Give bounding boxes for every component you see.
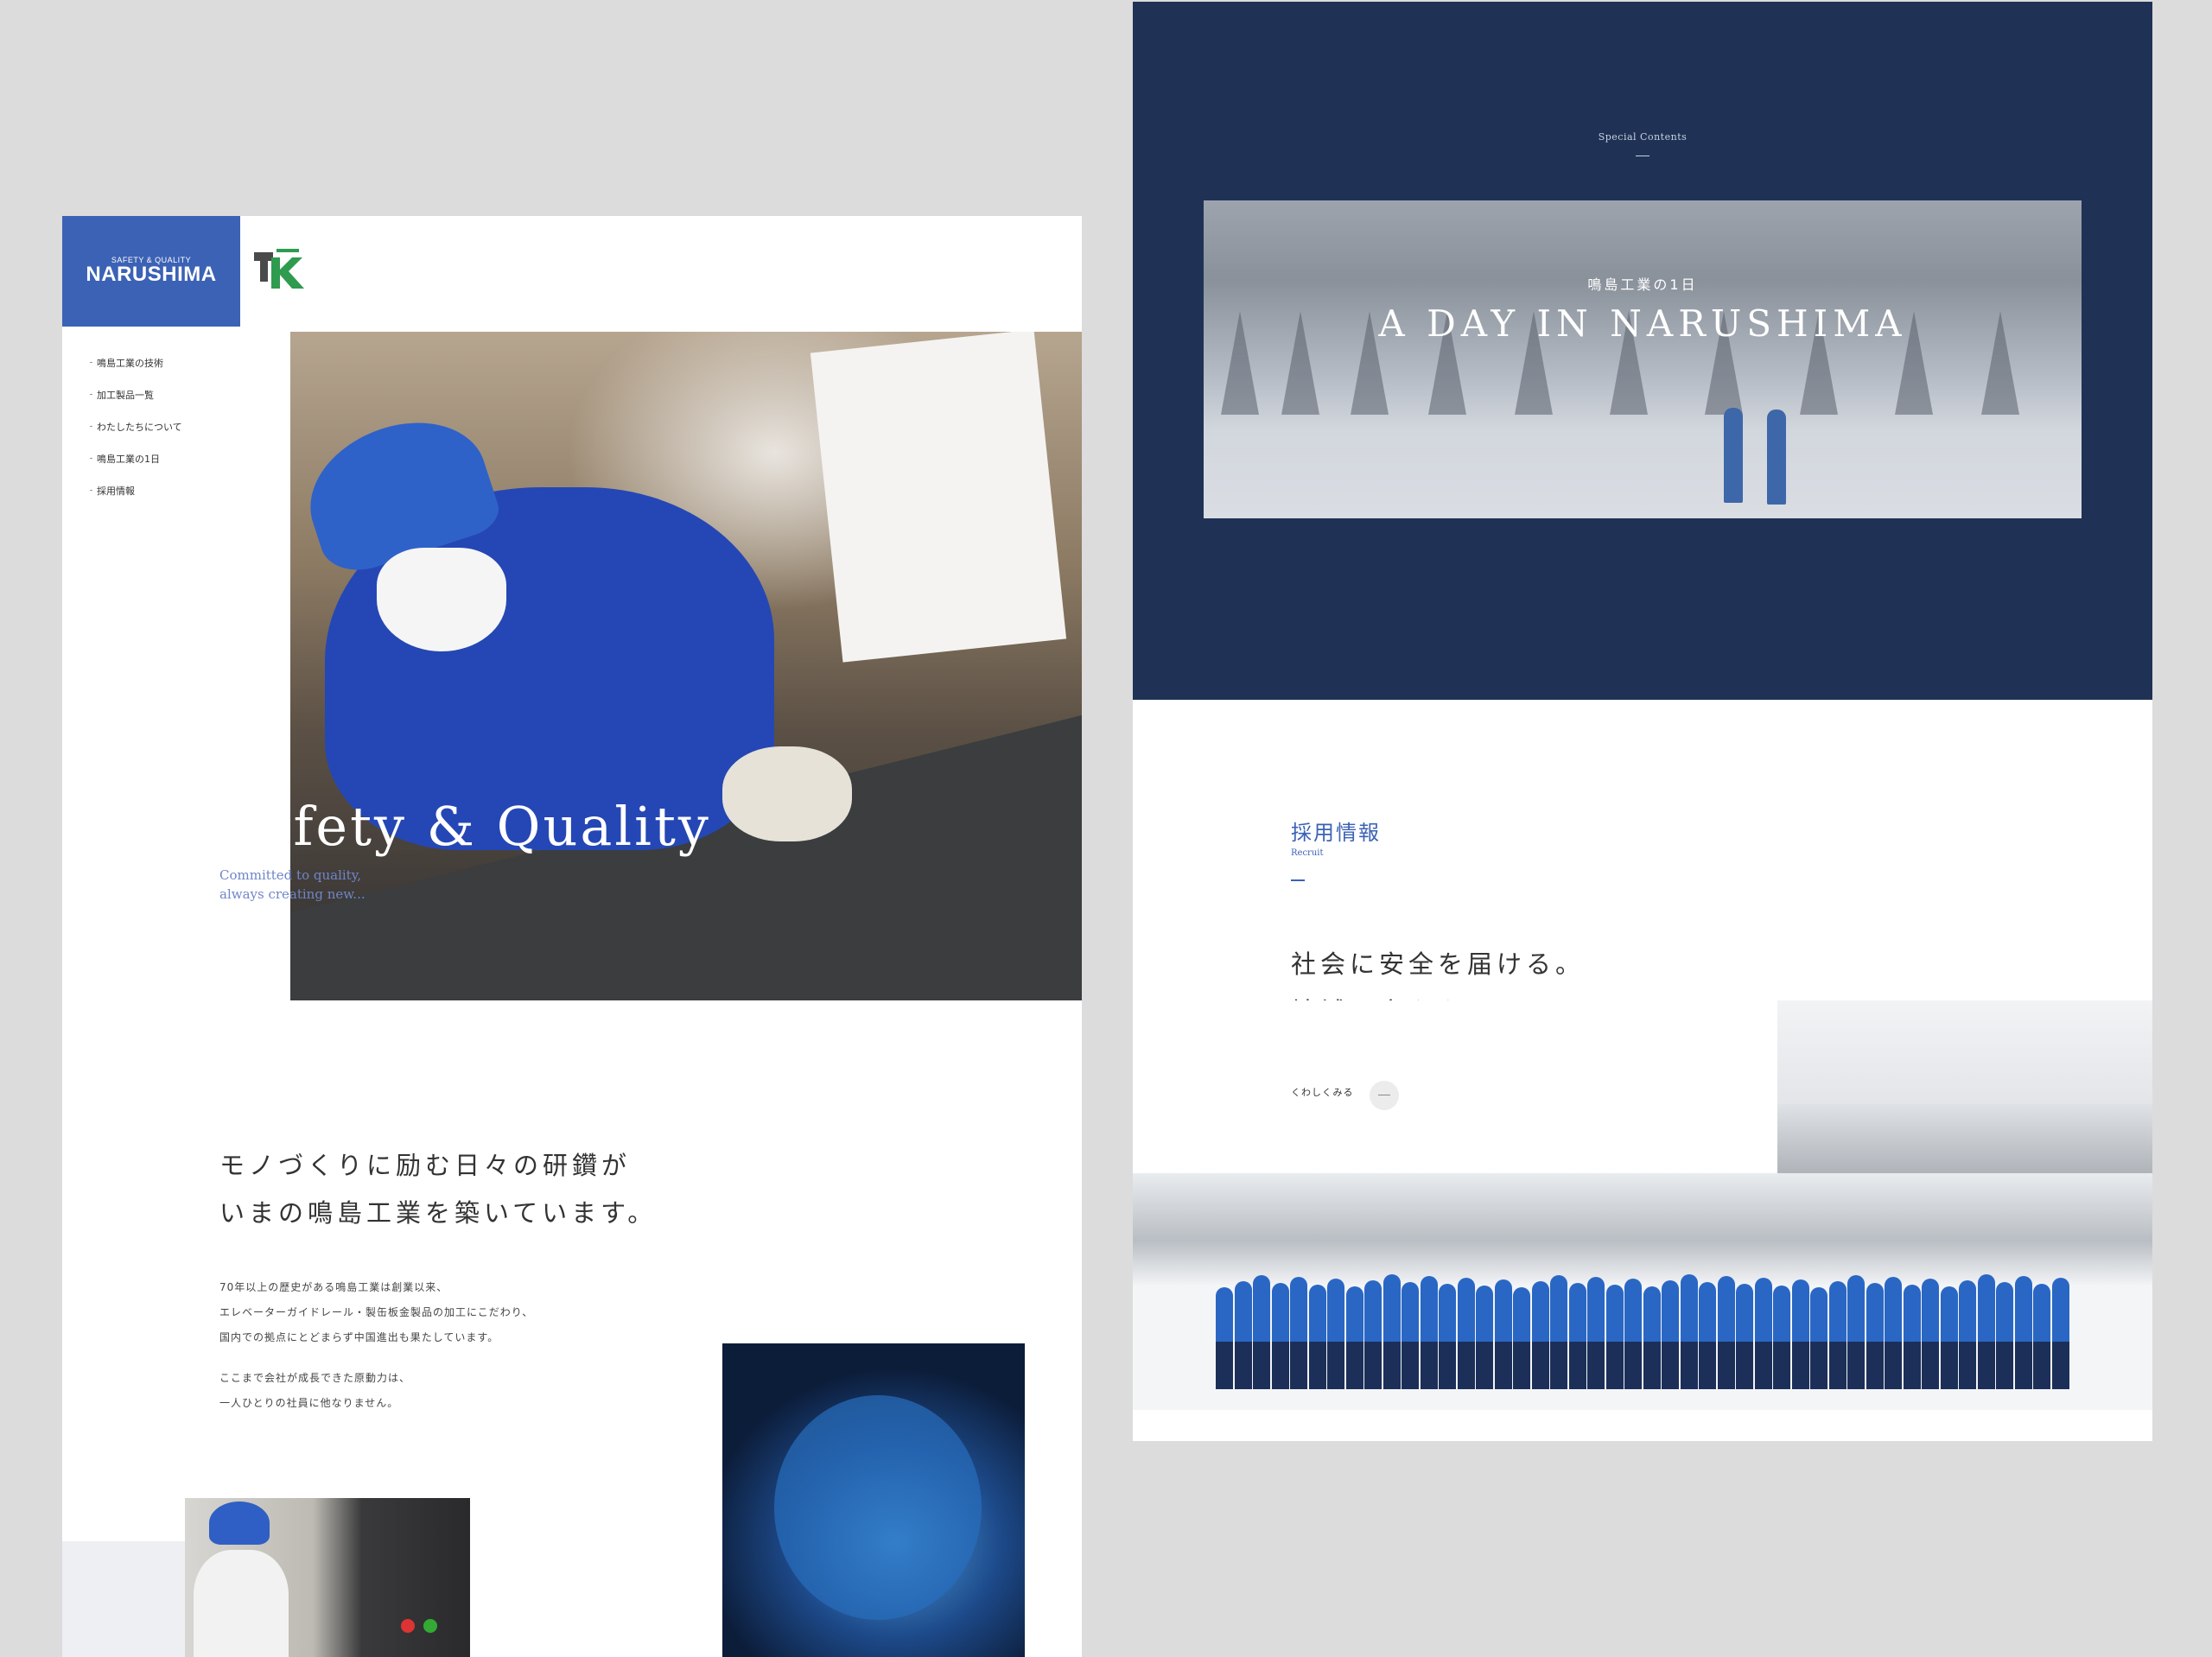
machinist-photo [185,1498,470,1657]
group-member [1828,1281,1847,1389]
intro-heading-line: モノづくりに励む日々の研鑽が [219,1151,632,1180]
group-member [1345,1286,1363,1389]
group-member [1996,1282,2013,1389]
banner-subtitle: 鳴島工業の1日 [1587,276,1698,293]
special-contents-label: Special Contents [1598,131,1688,143]
group-member [1494,1279,1512,1389]
nav-item-products[interactable]: 加工製品一覧 [90,388,263,420]
group-member [1866,1283,1884,1389]
group-member [1736,1284,1753,1389]
recruit-title: 採用情報 [1291,821,1381,845]
group-member [1662,1280,1679,1389]
recruit-heading-line: 社会に安全を届ける。 [1291,949,1586,979]
group-member [1382,1274,1401,1389]
employee-group [1216,1260,2080,1389]
group-member [1457,1278,1475,1389]
group-member [1271,1283,1289,1389]
banner-title: A DAY IN NARUSHIMA [1378,302,1907,345]
hero-subtitle-line: always creating new... [219,886,365,902]
group-member [1717,1276,1735,1389]
group-member [1290,1277,1307,1389]
group-member [1680,1274,1698,1389]
group-member [1643,1286,1661,1389]
group-member [1977,1274,1995,1389]
group-member [1327,1279,1344,1389]
intro-body: 70年以上の歴史がある鳴島工業は創業以来、 エレベーターガイドレール・製缶板金製… [219,1275,533,1416]
intro-heading-line: いまの鳴島工業を築いています。 [219,1198,658,1228]
tk-logo-icon [254,249,304,289]
group-member [1308,1285,1326,1389]
nav-item-a-day[interactable]: 鳴島工業の1日 [90,452,263,484]
group-member [2014,1276,2032,1389]
nav-item-technology[interactable]: 鳴島工業の技術 [90,356,263,388]
group-member [2051,1278,2069,1389]
intro-body-line: ここまで会社が成長できた原動力は、 [219,1372,411,1384]
section-divider [1291,879,1305,881]
group-member [1420,1276,1438,1389]
group-member [1253,1275,1270,1389]
recruit-title-en: Recruit [1291,848,1324,858]
group-member [1885,1277,1902,1389]
group-member [1810,1287,1827,1389]
welder-photo [722,1343,1025,1657]
intro-heading: モノづくりに励む日々の研鑽が いまの鳴島工業を築いています。 [219,1142,657,1237]
narushima-logo[interactable]: SAFETY & QUALITY NARUSHIMA [62,216,240,327]
read-more-link[interactable]: くわしくみる [1291,1085,1353,1099]
homepage-mockup: SAFETY & QUALITY NARUSHIMA 鳴島工業の技術 加工製品一… [62,216,1082,1657]
group-member [1754,1278,1772,1389]
recruit-page-mockup: Special Contents 鳴島工業の1日 A DAY IN NARUSH… [1133,2,2152,1441]
group-member [1940,1286,1958,1389]
group-member [1699,1282,1716,1389]
intro-body-line: 一人ひとりの社員に他なりません。 [219,1397,399,1409]
group-member [1364,1280,1382,1389]
group-member [1624,1279,1642,1389]
group-member [1216,1287,1233,1389]
hero-image-worker [290,332,1082,1000]
group-member [1903,1285,1921,1389]
group-member [1550,1275,1567,1389]
group-member [1959,1280,1976,1389]
group-member [1605,1285,1624,1389]
hero-subtitle: Committed to quality, always creating ne… [219,866,365,904]
group-member [1587,1277,1605,1389]
logo-name: NARUSHIMA [86,263,217,286]
group-member [1402,1282,1419,1389]
nav-item-recruit[interactable]: 採用情報 [90,484,263,516]
group-member [1476,1286,1493,1389]
group-member [1773,1286,1790,1389]
group-member [1234,1281,1252,1389]
group-member [1531,1281,1549,1389]
hero-title: Safety & Quality [219,795,711,858]
arrow-right-icon[interactable] [1370,1081,1399,1110]
group-member [1513,1287,1530,1389]
hero-subtitle-line: Committed to quality, [219,867,361,883]
intro-body-line: 国内での拠点にとどまらず中国進出も果たしています。 [219,1331,499,1343]
intro-body-line: 70年以上の歴史がある鳴島工業は創業以来、 [219,1281,448,1293]
recruit-text-area [1133,1000,1777,1173]
group-member [2033,1284,2050,1389]
group-member [1847,1275,1865,1389]
group-member [1791,1279,1809,1389]
nav-item-about[interactable]: わたしたちについて [90,420,263,452]
a-day-banner[interactable]: 鳴島工業の1日 A DAY IN NARUSHIMA [1204,200,2082,518]
side-nav: 鳴島工業の技術 加工製品一覧 わたしたちについて 鳴島工業の1日 採用情報 [90,356,263,516]
group-member [1568,1283,1586,1389]
group-member [1922,1279,1939,1389]
intro-body-line: エレベーターガイドレール・製缶板金製品の加工にこだわり、 [219,1306,534,1318]
group-member [1439,1284,1456,1389]
